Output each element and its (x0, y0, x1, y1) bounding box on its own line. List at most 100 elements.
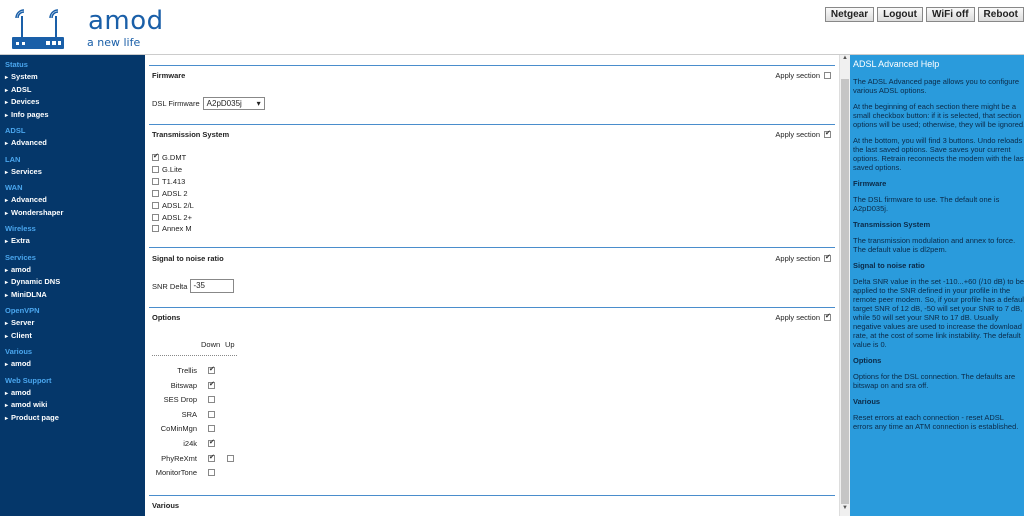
brand-name: amod (88, 6, 164, 36)
logout-button[interactable]: Logout (877, 7, 923, 22)
option-down-checkbox-phyrexmt[interactable] (208, 453, 215, 462)
sidebar-item-openvpn-client[interactable]: Client (0, 330, 145, 343)
options-apply-checkbox[interactable] (824, 312, 831, 321)
snr-delta-label: SNR Delta (152, 281, 188, 291)
option-down-checkbox-monitortone[interactable] (208, 469, 215, 477)
sidebar-item-services-dynamic-dns[interactable]: Dynamic DNS (0, 276, 145, 289)
scroll-thumb[interactable] (841, 79, 849, 504)
help-line: Options for the DSL connection. The defa… (853, 372, 1016, 381)
transmission-mode-checkbox[interactable] (152, 189, 159, 197)
option-label-ses-drop: SES Drop (163, 395, 197, 405)
help-line: value is 0. (853, 340, 887, 349)
sidebar-item-various-amod[interactable]: amod (0, 358, 145, 371)
transmission-mode-checkbox[interactable] (152, 177, 159, 185)
help-heading: Signal to noise ratio (853, 261, 1024, 270)
transmission-mode-checkbox[interactable] (152, 201, 159, 209)
transmission-mode-adsl-2[interactable]: ADSL 2 (152, 189, 188, 198)
option-down-checkbox-trellis[interactable] (208, 365, 215, 374)
option-down-checkbox-cominmgn[interactable] (208, 425, 215, 433)
firmware-section-title: Firmware (152, 71, 186, 80)
option-label-i24k: i24k (183, 439, 197, 448)
sidebar-item-services-amod[interactable]: amod (0, 264, 145, 277)
apply-section-label: Apply section (775, 130, 820, 139)
sidebar-item-services-minidlna[interactable]: MiniDLNA (0, 289, 145, 302)
transmission-mode-g-lite[interactable]: G.Lite (152, 165, 182, 174)
scroll-up-arrow-icon[interactable]: ▲ (840, 55, 850, 66)
sidebar-item-status-info-pages[interactable]: Info pages (0, 109, 145, 122)
help-line: negative values are used to increase the… (853, 322, 1022, 331)
transmission-mode-checkbox[interactable] (152, 152, 159, 161)
help-line: The transmission modulation and annex to… (853, 236, 1016, 245)
sidebar-item-wan-advanced[interactable]: Advanced (0, 194, 145, 207)
snr-delta-input[interactable]: -35 (190, 279, 235, 293)
nav-heading: OpenVPN (5, 306, 40, 315)
nav-section-wireless: Wireless Extra (0, 223, 145, 248)
help-line: while 50 will set your SNR to 17 dB. Usu… (853, 313, 999, 322)
help-heading: Firmware (853, 179, 1024, 188)
sidebar-item-wireless-extra[interactable]: Extra (0, 235, 145, 248)
snr-apply-checkbox[interactable] (824, 253, 831, 262)
transmission-mode-checkbox[interactable] (152, 165, 159, 173)
sidebar-item-openvpn-server[interactable]: Server (0, 317, 145, 330)
help-paragraph: Reset errors at each connection - reset … (853, 413, 1024, 431)
transmission-mode-g-dmt[interactable]: G.DMT (152, 152, 186, 162)
transmission-mode-t1-413[interactable]: T1.413 (152, 177, 185, 186)
sidebar-item-wan-wondershaper[interactable]: Wondershaper (0, 207, 145, 220)
netgear-button[interactable]: Netgear (824, 7, 875, 22)
sidebar-nav: StatusSystemADSLDevicesInfo pagesADSLAdv… (0, 55, 145, 516)
help-body: The ADSL Advanced page allows you to con… (853, 77, 1024, 431)
transmission-mode-checkbox[interactable] (152, 225, 159, 233)
sidebar-item-adsl-advanced[interactable]: Advanced (0, 137, 145, 150)
sidebar-item-web-support-amod[interactable]: amod (0, 387, 145, 400)
sidebar-item-lan-services[interactable]: Services (0, 166, 145, 179)
transmission-mode-checkbox[interactable] (152, 213, 159, 221)
options-column-header-up: Up (225, 340, 235, 349)
transmission-mode-adsl-2-l[interactable]: ADSL 2/L (152, 201, 194, 210)
option-down-checkbox-ses-drop[interactable] (208, 396, 215, 404)
help-title: ADSL Advanced Help (853, 59, 940, 69)
dsl-firmware-select[interactable]: A2pD035j (202, 97, 265, 110)
section-divider (149, 124, 835, 125)
help-line: At the beginning of each section there m… (853, 102, 1017, 111)
sidebar-item-status-devices[interactable]: Devices (0, 96, 145, 109)
help-paragraph: At the bottom, you will find 3 buttons. … (853, 136, 1024, 172)
transmission-apply-checkbox[interactable] (824, 129, 831, 138)
options-apply-section[interactable]: Apply section (775, 312, 831, 322)
options-header-rule (152, 355, 237, 356)
sidebar-item-status-adsl[interactable]: ADSL (0, 84, 145, 97)
transmission-mode-annex-m[interactable]: Annex M (152, 224, 192, 233)
option-down-checkbox-bitswap[interactable] (208, 380, 215, 389)
router-logo-icon (12, 9, 64, 49)
transmission-mode-adsl-2[interactable]: ADSL 2+ (152, 213, 192, 222)
transmission-mode-label: G.Lite (162, 164, 183, 174)
scroll-down-arrow-icon[interactable]: ▼ (840, 505, 850, 516)
sidebar-item-status-system[interactable]: System (0, 71, 145, 84)
reboot-button[interactable]: Reboot (977, 7, 1024, 22)
help-paragraph: Options for the DSL connection. The defa… (853, 372, 1024, 390)
transmission-apply-section[interactable]: Apply section (775, 129, 831, 139)
nav-section-adsl: ADSL Advanced (0, 125, 145, 150)
option-label-monitortone: MonitorTone (155, 468, 197, 478)
snr-section-title: Signal to noise ratio (152, 254, 224, 263)
option-down-checkbox-i24k[interactable] (208, 438, 215, 447)
help-line: options will be used; otherwise, they wi… (853, 120, 1024, 129)
nav-section-lan: LAN Services (0, 154, 145, 179)
firmware-apply-checkbox[interactable] (824, 72, 831, 79)
nav-section-services: Services amodDynamic DNSMiniDLNA (0, 252, 145, 302)
main-scrollbar[interactable]: ▲ ▼ (839, 55, 850, 516)
transmission-mode-label: ADSL 2/L (162, 200, 194, 210)
snr-apply-section[interactable]: Apply section (775, 253, 831, 263)
snr-row: SNR Delta -35 (152, 279, 235, 293)
apply-section-label: Apply section (775, 254, 820, 263)
option-up-checkbox-phyrexmt[interactable] (227, 454, 234, 462)
firmware-apply-section[interactable]: Apply section (775, 71, 831, 80)
option-down-checkbox-sra[interactable] (208, 410, 215, 418)
wifi-off-button[interactable]: WiFi off (925, 7, 975, 22)
option-label-sra: SRA (181, 409, 197, 419)
help-line: At the bottom, you will find 3 buttons. … (853, 136, 1023, 145)
sidebar-item-web-support-product-page[interactable]: Product page (0, 412, 145, 425)
option-label-bitswap: Bitswap (170, 380, 197, 390)
transmission-section-title: Transmission System (152, 130, 230, 139)
sidebar-item-web-support-amod-wiki[interactable]: amod wiki (0, 399, 145, 412)
help-line: saved options. (853, 163, 902, 172)
